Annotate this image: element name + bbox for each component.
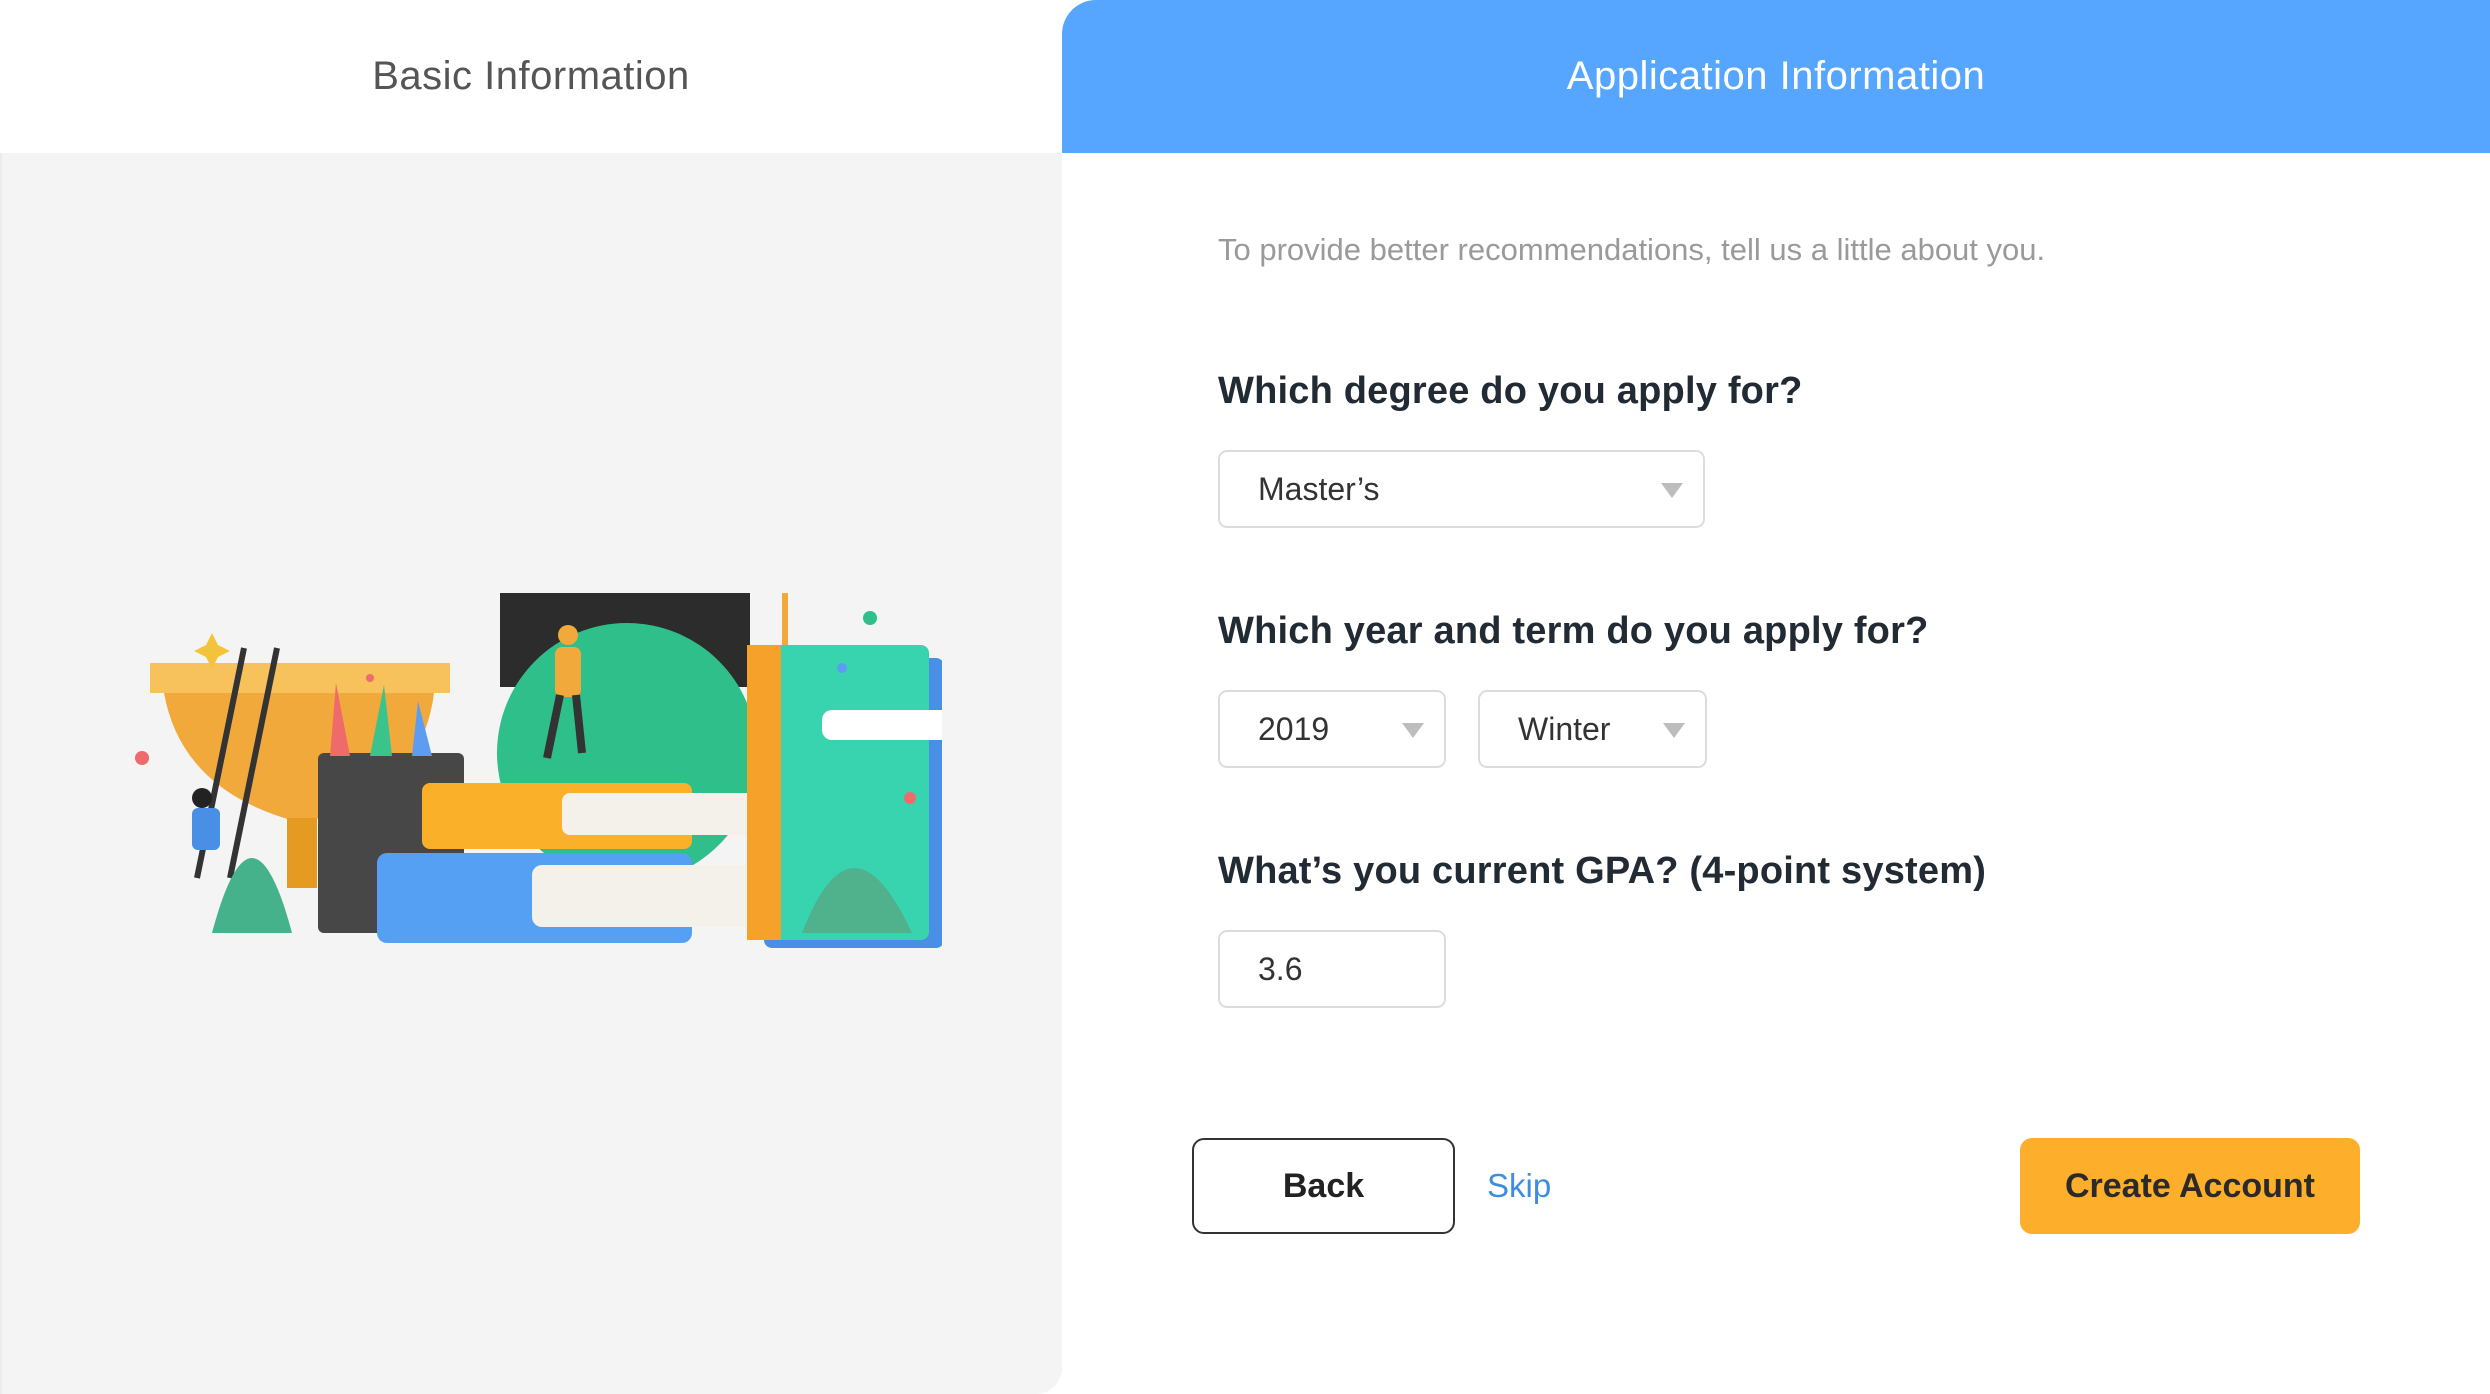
chevron-down-icon (1663, 723, 1685, 738)
tab-basic-information[interactable]: Basic Information (0, 0, 1062, 153)
tab-basic-information-label: Basic Information (372, 54, 690, 98)
illustration-panel (0, 153, 1062, 1394)
degree-select[interactable]: Master’s (1218, 450, 1705, 528)
term-select[interactable]: Winter (1478, 690, 1707, 768)
back-button[interactable]: Back (1192, 1138, 1455, 1234)
gpa-question: What’s you current GPA? (4-point system) (1218, 850, 1987, 892)
create-account-button-label: Create Account (2064, 1166, 2316, 1205)
term-question: Which year and term do you apply for? (1218, 610, 1929, 652)
skip-link[interactable]: Skip (1487, 1163, 1551, 1209)
degree-select-value: Master’s (1258, 470, 1380, 507)
chevron-down-icon (1661, 483, 1683, 498)
chevron-down-icon (1402, 723, 1424, 738)
year-select[interactable]: 2019 (1218, 690, 1446, 768)
gpa-input[interactable]: 3.6 (1218, 930, 1446, 1008)
gpa-input-value: 3.6 (1258, 950, 1303, 987)
create-account-button[interactable]: Create Account (2020, 1138, 2360, 1234)
degree-question: Which degree do you apply for? (1218, 370, 1803, 412)
intro-text: To provide better recommendations, tell … (1218, 232, 2046, 267)
tab-application-information-label: Application Information (1566, 54, 1986, 98)
term-select-value: Winter (1518, 710, 1611, 747)
year-select-value: 2019 (1258, 710, 1330, 747)
tab-application-information[interactable]: Application Information (1062, 0, 2490, 153)
graduation-illustration (135, 593, 942, 948)
back-button-label: Back (1282, 1166, 1365, 1205)
